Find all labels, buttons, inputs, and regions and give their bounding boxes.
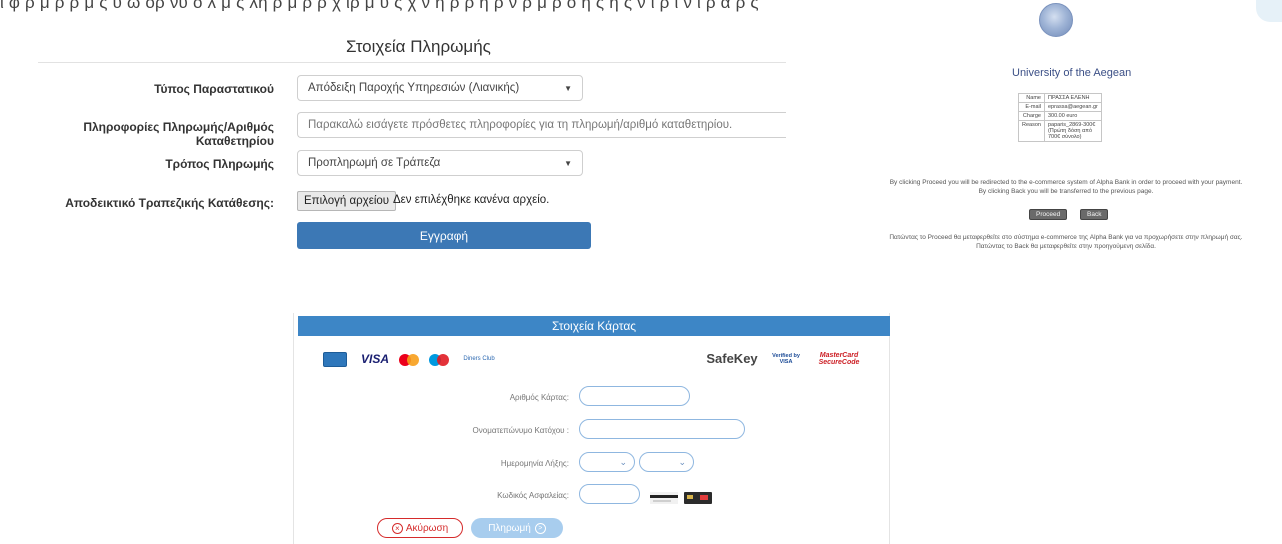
cancel-button-label: Ακύρωση [405, 522, 449, 534]
back-text-en: By clicking Back you will be transferred… [978, 188, 1154, 195]
pay-button[interactable]: Πληρωμή > [471, 518, 563, 538]
payment-method-label: Τρόπος Πληρωμής [165, 157, 274, 171]
holder-name-label: Ονοματεπώνυμο Κατόχου : [472, 426, 569, 435]
document-type-value: Απόδειξη Παροχής Υπηρεσιών (Λιανικής) [308, 82, 520, 94]
payment-info-placeholder: Παρακαλώ εισάγετε πρόσθετες πληροφορίες … [308, 119, 733, 131]
table-key: Charge [1018, 111, 1045, 121]
redirect-text-gr: Πατώντας το Proceed θα μεταφερθείτε στο … [889, 234, 1243, 241]
chevron-right-icon: > [534, 522, 546, 534]
amex-icon [323, 352, 347, 367]
chevron-down-icon: ⌄ [678, 456, 686, 467]
payment-info-input[interactable]: Παρακαλώ εισάγετε πρόσθετες πληροφορίες … [297, 112, 786, 138]
card-number-label: Αριθμός Κάρτας: [509, 393, 569, 402]
close-icon: × [391, 522, 403, 534]
table-row: Reason paparis_2869-300€ (Πρώτη δόση από… [1018, 120, 1102, 142]
back-text-gr: Πατώντας το Back θα μεταφερθείτε στην πρ… [976, 243, 1156, 250]
document-type-label: Τύπος Παραστατικού [154, 82, 274, 96]
holder-name-input[interactable] [579, 419, 745, 439]
chevron-down-icon: ▼ [564, 158, 572, 168]
university-seal-logo [1039, 3, 1073, 37]
top-cutoff-text: ι φ ρ μ ρ ρ μ ς υ ώ ορ νυ ό λ μ ς λη ρ μ… [0, 0, 759, 12]
payment-info-table: Name ΠΡΑΣΣΑ ΕΛΕΝΗ E-mail eprassa@aegean.… [1018, 93, 1102, 142]
pay-button-label: Πληρωμή [488, 522, 531, 534]
expiry-label: Ημερομηνία Λήξης: [500, 459, 569, 468]
expiry-year-select[interactable]: ⌄ [639, 452, 694, 472]
table-value: paparis_2869-300€ (Πρώτη δόση από 700€ σ… [1043, 120, 1102, 142]
maestro-icon [428, 353, 450, 366]
chevron-down-icon: ▼ [564, 83, 572, 93]
document-type-select[interactable]: Απόδειξη Παροχής Υπηρεσιών (Λιανικής) ▼ [297, 75, 583, 101]
proceed-button[interactable]: Proceed [1029, 209, 1068, 220]
chevron-down-icon: ⌄ [619, 456, 627, 467]
card-back-icon [650, 491, 678, 504]
university-name: University of the Aegean [1012, 67, 1132, 79]
title-divider [38, 62, 786, 63]
receipt-label: Αποδεικτικό Τραπεζικής Κατάθεσης: [65, 196, 274, 210]
payment-method-value: Προπληρωμή σε Τράπεζα [308, 157, 441, 169]
register-button[interactable]: Εγγραφή [297, 222, 591, 249]
card-number-input[interactable] [579, 386, 690, 406]
mastercard-securecode-logo: MasterCard SecureCode [818, 351, 860, 366]
mastercard-icon [398, 353, 420, 366]
table-key: Name [1018, 93, 1045, 103]
card-panel-header: Στοιχεία Κάρτας [298, 316, 890, 336]
table-key: Reason [1018, 120, 1045, 142]
table-value: ΠΡΑΣΣΑ ΕΛΕΝΗ [1043, 93, 1102, 103]
visa-logo: VISA [360, 351, 389, 366]
table-value: eprassa@aegean.gr [1043, 102, 1102, 112]
verified-by-visa-logo: Verified by VISA [772, 352, 800, 365]
choose-file-button[interactable]: Επιλογή αρχείου [297, 191, 397, 211]
table-row: E-mail eprassa@aegean.gr [1018, 102, 1102, 112]
table-row: Name ΠΡΑΣΣΑ ΕΛΕΝΗ [1018, 93, 1102, 103]
back-button[interactable]: Back [1080, 209, 1109, 220]
payment-info-label: Πληροφορίες Πληρωμής/Αριθμός Καταθετηρίο… [83, 120, 274, 148]
redirect-text-en: By clicking Proceed you will be redirect… [889, 179, 1243, 186]
cancel-button[interactable]: × Ακύρωση [377, 518, 463, 538]
security-code-label: Κωδικός Ασφαλείας: [497, 491, 569, 500]
expiry-month-select[interactable]: ⌄ [579, 452, 635, 472]
table-row: Charge 300.00 euro [1018, 111, 1102, 121]
payment-method-select[interactable]: Προπληρωμή σε Τράπεζα ▼ [297, 150, 583, 176]
safekey-logo: SafeKey [706, 351, 758, 366]
corner-decoration [1256, 0, 1282, 22]
table-key: E-mail [1018, 102, 1045, 112]
card-front-icon [684, 491, 712, 504]
diners-club-logo: Diners Club [463, 355, 495, 362]
security-code-input[interactable] [579, 484, 640, 504]
file-status-text: Δεν επιλέχθηκε κανένα αρχείο. [393, 194, 550, 206]
table-value: 300.00 euro [1043, 111, 1102, 121]
payment-title: Στοιχεία Πληρωμής [346, 37, 491, 56]
